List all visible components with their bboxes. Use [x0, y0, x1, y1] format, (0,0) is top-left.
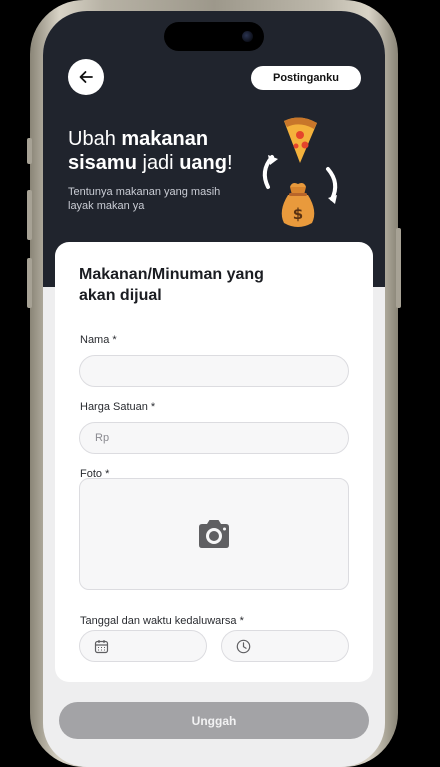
- upload-button[interactable]: Unggah: [59, 702, 369, 739]
- action-button: [27, 138, 32, 164]
- dynamic-island: [164, 22, 264, 51]
- expiry-time-input[interactable]: [221, 630, 349, 662]
- power-button: [396, 228, 401, 308]
- food-to-money-illustration: $: [262, 117, 338, 227]
- price-input[interactable]: [79, 422, 349, 454]
- camera-icon: [199, 520, 229, 548]
- svg-text:$: $: [293, 205, 303, 223]
- form-title: Makanan/Minuman yang akan dijual: [79, 266, 264, 304]
- clock-icon: [236, 639, 251, 654]
- product-form-card: Makanan/Minuman yang akan dijual Nama * …: [55, 242, 373, 682]
- arrow-left-icon: [79, 71, 93, 83]
- pizza-emoji: [284, 117, 317, 163]
- expiry-label: Tanggal dan waktu kedaluwarsa *: [80, 615, 244, 627]
- volume-up-button: [27, 190, 32, 240]
- expiry-date-input[interactable]: [79, 630, 207, 662]
- name-input[interactable]: [79, 355, 349, 387]
- price-label: Harga Satuan *: [80, 401, 156, 413]
- app-screen: Postinganku Ubah makanan sisamu jadi uang…: [43, 11, 385, 767]
- back-button[interactable]: [68, 59, 104, 95]
- hero-headline: Ubah makanan sisamu jadi uang!: [68, 128, 233, 174]
- volume-down-button: [27, 258, 32, 308]
- my-posts-button[interactable]: Postinganku: [251, 66, 361, 90]
- calendar-icon: [94, 640, 109, 654]
- name-label: Nama *: [80, 334, 117, 346]
- photo-upload-area[interactable]: [79, 478, 349, 590]
- money-bag-emoji: $: [281, 183, 315, 227]
- hero-subtitle: Tentunya makanan yang masih layak makan …: [68, 186, 221, 212]
